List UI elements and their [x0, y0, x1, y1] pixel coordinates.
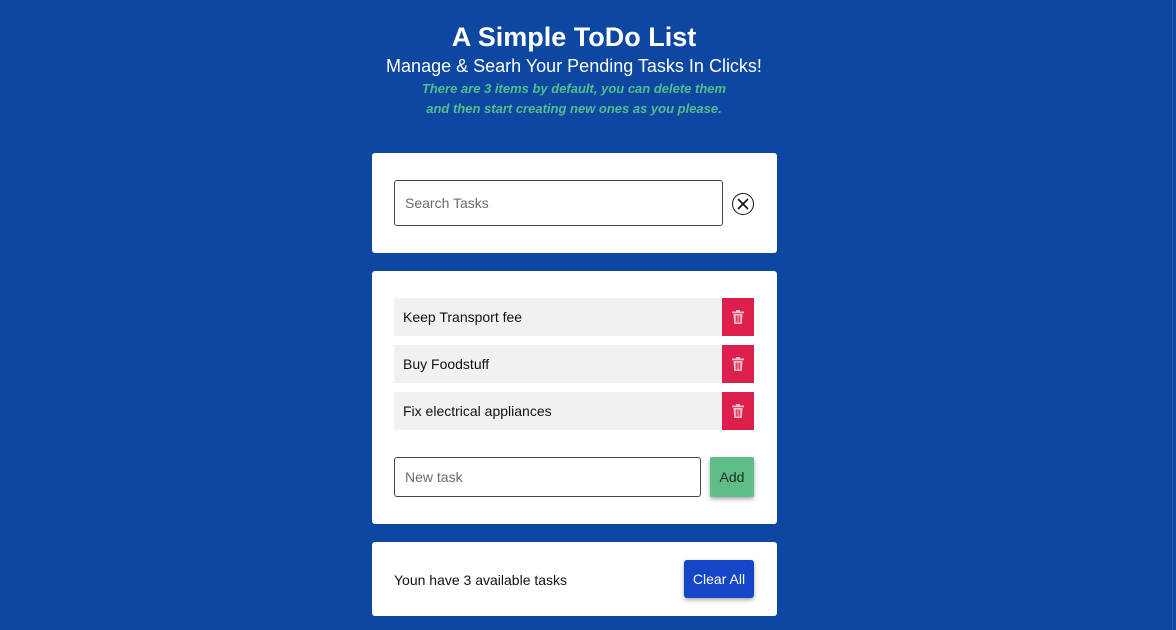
page-subtitle: Manage & Searh Your Pending Tasks In Cli… [386, 56, 762, 76]
task-text: Fix electrical appliances [403, 403, 552, 419]
task-text: Buy Foodstuff [403, 356, 490, 372]
clear-all-button[interactable]: Clear All [684, 560, 754, 598]
note-line-1: There are 3 items by default, you can de… [421, 81, 727, 96]
summary-card: Youn have 3 available tasks Clear All [372, 542, 777, 616]
task-text: Keep Transport fee [403, 309, 523, 325]
new-task-input[interactable] [394, 457, 701, 497]
task-item: Fix electrical appliances [394, 392, 754, 430]
trash-icon [732, 310, 744, 324]
trash-icon [732, 404, 744, 418]
search-card [372, 153, 777, 253]
close-circle-icon[interactable] [732, 193, 754, 215]
page-title: A Simple ToDo List [451, 22, 697, 52]
note-line-2: and then start creating new ones as you … [426, 101, 722, 116]
task-list-card: Keep Transport fee Buy Foodstuff Fix ele… [372, 271, 777, 524]
delete-task-button[interactable] [722, 298, 754, 336]
search-input[interactable] [394, 180, 723, 226]
window-edge [1172, 0, 1176, 630]
trash-icon [732, 357, 744, 371]
add-task-button[interactable]: Add [710, 457, 754, 497]
delete-task-button[interactable] [722, 345, 754, 383]
task-count-text: Youn have 3 available tasks [394, 572, 568, 588]
task-item: Keep Transport fee [394, 298, 754, 336]
delete-task-button[interactable] [722, 392, 754, 430]
default-items-note: There are 3 items by default, you can de… [414, 79, 734, 119]
task-item: Buy Foodstuff [394, 345, 754, 383]
